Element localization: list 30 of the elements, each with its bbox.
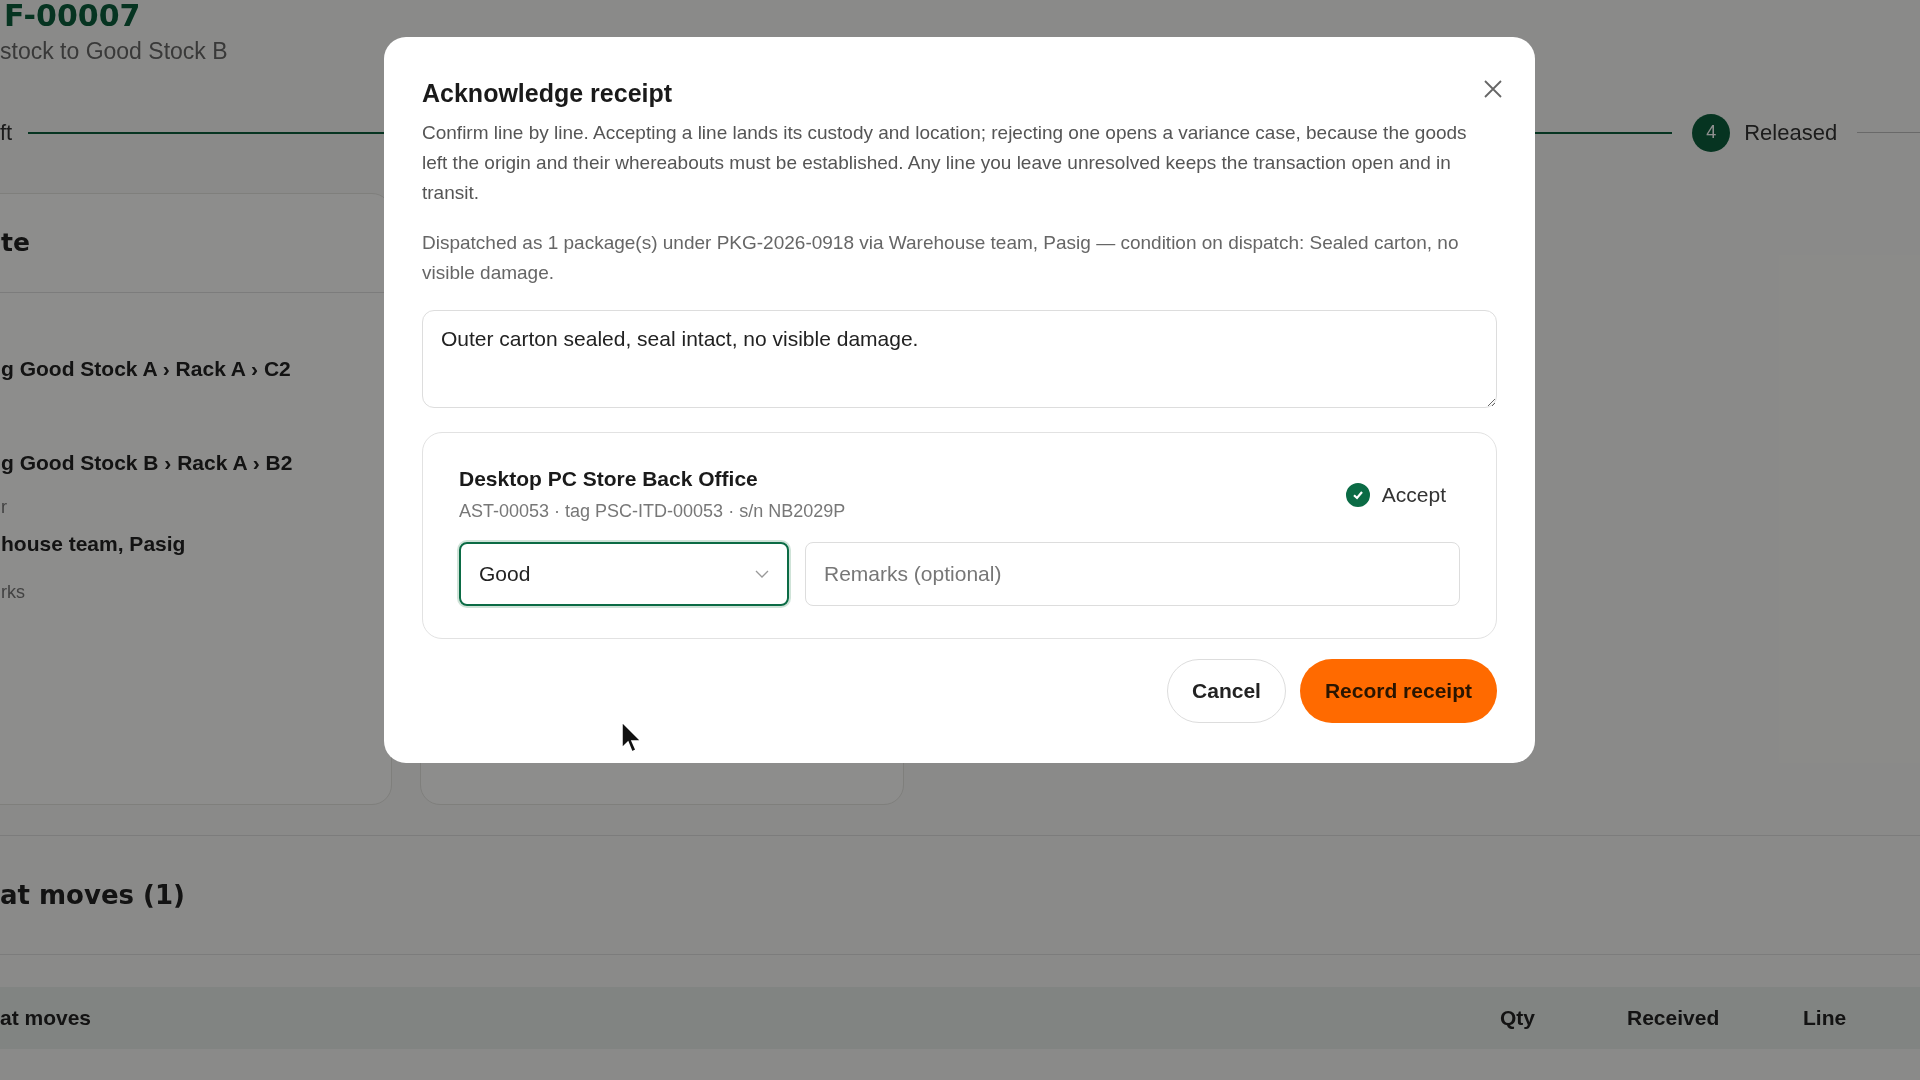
condition-select[interactable]: Good <box>459 542 789 606</box>
cancel-button[interactable]: Cancel <box>1167 659 1286 723</box>
field-value: house team, Pasig <box>1 531 187 556</box>
item-name: Desktop PC Store Back Office <box>459 467 759 491</box>
step-number: 4 <box>1692 113 1731 152</box>
step-label: ft <box>0 119 13 146</box>
page-title: F-00007 <box>4 0 141 32</box>
column-header: Line <box>1803 1005 1848 1030</box>
column-header: Qty <box>1500 1005 1536 1030</box>
page-subtitle: stock to Good Stock B <box>0 37 229 65</box>
field-label: rks <box>1 581 26 603</box>
accept-checkbox[interactable] <box>1345 482 1370 507</box>
field-value: g Good Stock A › Rack A › C2 <box>1 356 292 381</box>
remarks-field[interactable]: Remarks (optional) <box>805 542 1460 606</box>
dialog-text: Dispatched as 1 package(s) under PKG-2026-0918 via Warehouse team, Pasig — condition on dispatch: Sealed carton, no visible damage. <box>422 231 1460 285</box>
accept-label: Accept <box>1381 482 1446 507</box>
dialog-text: Confirm line by line. Accepting a line lands its custody and location; rejecting one opens a variance case, because the goods left the origin and their whereabouts must be established. Any line you leave unresolved keeps the transaction open and in transit. <box>422 121 1468 205</box>
record-receipt-button[interactable]: Record receipt <box>1299 659 1497 723</box>
column-header: at moves <box>0 1005 93 1030</box>
section-title: at moves (1) <box>0 879 185 910</box>
close-icon[interactable] <box>1483 78 1503 99</box>
field-value: g Good Stock B › Rack A › B2 <box>1 450 294 475</box>
chevron-down-icon <box>755 569 769 579</box>
field-label: r <box>1 496 8 518</box>
step-label: Released <box>1744 119 1838 146</box>
card-title: te <box>1 228 30 257</box>
dialog-title: Acknowledge receipt <box>422 79 673 108</box>
column-header: Received <box>1627 1005 1721 1030</box>
notes-field[interactable]: Outer carton sealed, seal intact, no visible damage. <box>422 310 1497 408</box>
item-meta: AST-00053 · tag PSC-ITD-00053 · s/n NB2029P <box>459 501 846 522</box>
